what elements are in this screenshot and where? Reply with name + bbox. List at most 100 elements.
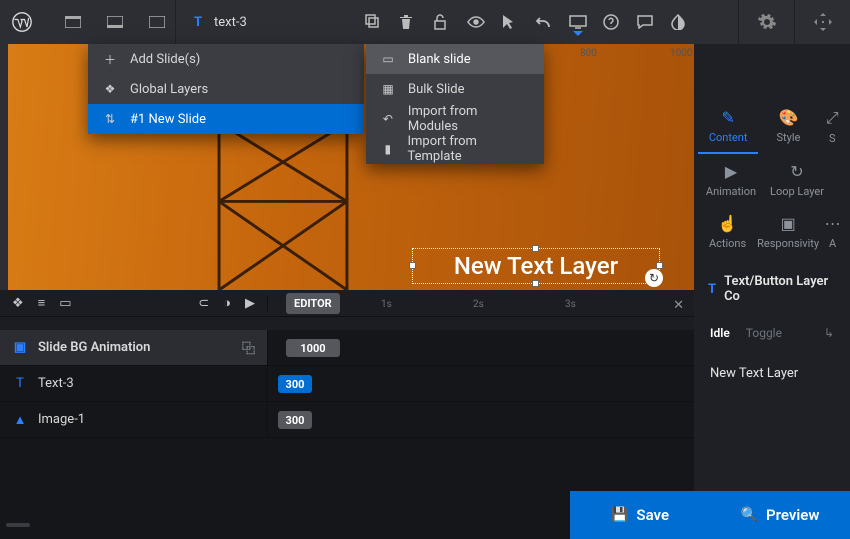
play-icon: ▶ xyxy=(725,162,737,181)
image-row-icon: ▲ xyxy=(12,412,28,428)
resize-handle-left[interactable] xyxy=(409,262,416,269)
text-row-icon: T xyxy=(12,376,28,391)
slides-dropdown: ＋ Add Slide(s) ❖Global Layers ⇅#1 New Sli… xyxy=(88,44,364,134)
play-button[interactable]: ▶ xyxy=(245,296,255,311)
save-icon: 💾 xyxy=(611,507,628,523)
rotate-handle[interactable]: ↻ xyxy=(645,269,663,287)
row-label: Image-1 xyxy=(38,412,85,427)
mode-toggle[interactable]: Toggle xyxy=(746,326,782,340)
pointer-icon[interactable] xyxy=(501,14,521,30)
text-content-field[interactable]: New Text Layer xyxy=(694,350,850,397)
comment-icon[interactable] xyxy=(637,15,657,29)
plus-icon: ＋ xyxy=(102,51,118,68)
resize-handle-top[interactable] xyxy=(532,245,539,252)
tab-animation[interactable]: ▶ Animation xyxy=(698,154,764,206)
tab-responsivity[interactable]: ▣ Responsivity xyxy=(757,206,819,258)
visibility-icon[interactable] xyxy=(467,16,487,28)
timeline-row-text3[interactable]: TText-3 300 xyxy=(0,366,694,402)
preview-button[interactable]: 🔍Preview xyxy=(710,491,850,539)
resize-handle-bottom[interactable] xyxy=(532,280,539,287)
selected-text-layer[interactable]: New Text Layer ↻ xyxy=(412,248,660,284)
tab-style[interactable]: 🎨Style xyxy=(758,100,818,154)
dd-label: Bulk Slide xyxy=(408,82,465,97)
snap-icon[interactable]: ⊂ xyxy=(198,296,209,311)
tab-label: Style xyxy=(777,131,801,144)
tab-actions[interactable]: ☝Actions xyxy=(698,206,757,258)
help-icon[interactable] xyxy=(603,14,623,30)
row-label: Slide BG Animation xyxy=(38,340,150,355)
mode-idle[interactable]: Idle xyxy=(710,326,730,340)
grid-icon: ▦ xyxy=(380,82,396,96)
duplicate-icon[interactable] xyxy=(365,14,385,30)
settings-button[interactable] xyxy=(738,0,794,44)
text-type-icon: T xyxy=(190,15,206,30)
editor-mode-tag[interactable]: EDITOR xyxy=(286,293,340,314)
selected-object-label: T text-3 xyxy=(190,15,247,30)
panel-tab-3[interactable] xyxy=(138,0,176,44)
global-layers-item[interactable]: ❖Global Layers xyxy=(88,74,364,104)
keyframe-icon[interactable]: ◑ xyxy=(223,295,231,311)
move-button[interactable] xyxy=(794,0,850,44)
slide-1-item[interactable]: ⇅#1 New Slide xyxy=(88,104,364,134)
animation-row-icon: ▣ xyxy=(12,340,28,355)
tab-partial-2[interactable]: ⋯A xyxy=(819,206,846,258)
tab-loop[interactable]: ↻ Loop Layer xyxy=(764,154,830,206)
timeline-row-bg[interactable]: ▣ Slide BG Animation ⿻ 1000 xyxy=(0,330,694,366)
time-mark-1s: 1s xyxy=(381,299,392,310)
ruler-vertical xyxy=(0,44,8,290)
loop-icon: ↻ xyxy=(790,162,803,181)
add-slide-submenu: ▭Blank slide ▦ Bulk Slide ↶Import from Mo… xyxy=(366,44,544,164)
contrast-icon[interactable] xyxy=(671,14,691,30)
panel-tab-1[interactable] xyxy=(54,0,92,44)
import-template-item[interactable]: ▮Import from Template xyxy=(366,134,544,164)
window-icon[interactable]: ▭ xyxy=(59,296,71,311)
devices-icon: ▣ xyxy=(781,214,796,233)
tab-label: S xyxy=(829,132,836,145)
timeline-row-image1[interactable]: ▲ Image-1 300 xyxy=(0,402,694,438)
footer-bar: 💾 Save 🔍Preview xyxy=(0,491,850,539)
layers-icon[interactable]: ❖ xyxy=(12,296,24,311)
undo-icon[interactable] xyxy=(535,15,555,29)
tab-label: Animation xyxy=(706,185,756,198)
add-slides-item[interactable]: ＋ Add Slide(s) xyxy=(88,44,364,74)
wordpress-icon[interactable] xyxy=(0,12,44,32)
pencil-icon: ✎ xyxy=(721,108,734,127)
section-title-text: Text/Button Layer Co xyxy=(724,274,836,304)
import-modules-item[interactable]: ↶Import from Modules xyxy=(366,104,544,134)
clip-image1[interactable]: 300 xyxy=(278,411,312,429)
ruler-mark-800: 800 xyxy=(580,48,597,59)
expand-arrow-icon[interactable]: ↳ xyxy=(824,326,834,340)
tab-content[interactable]: ✎ Content xyxy=(698,100,758,154)
top-toolbar: T text-3 xyxy=(0,0,850,44)
tab-label: Loop Layer xyxy=(770,185,824,198)
clip-text3[interactable]: 300 xyxy=(278,375,312,393)
scrollbar-thumb[interactable] xyxy=(6,523,30,527)
toolbar-center xyxy=(365,14,691,30)
object-name: text-3 xyxy=(214,15,247,30)
text-layer-content: New Text Layer xyxy=(454,252,618,280)
blank-slide-item[interactable]: ▭Blank slide xyxy=(366,44,544,74)
list-icon[interactable]: ≡ xyxy=(38,295,46,311)
layers-icon: ❖ xyxy=(102,82,118,96)
section-title: TText/Button Layer Co xyxy=(694,262,850,316)
clip-bg[interactable]: 1000 xyxy=(286,339,340,357)
timeline-ruler xyxy=(0,316,694,330)
tab-partial-1[interactable]: ⤢S xyxy=(819,100,846,154)
delete-icon[interactable] xyxy=(399,14,419,30)
dd-label: Add Slide(s) xyxy=(130,52,200,67)
tab-label: Content xyxy=(709,131,748,144)
save-button[interactable]: 💾 Save xyxy=(570,491,710,539)
bulk-slide-item[interactable]: ▦ Bulk Slide xyxy=(366,74,544,104)
tab-label: A xyxy=(829,237,836,250)
time-mark-3s: 3s xyxy=(565,299,576,310)
tab-label: Responsivity xyxy=(757,237,819,250)
search-icon: 🔍 xyxy=(741,507,758,523)
device-icon[interactable] xyxy=(569,15,589,29)
timeline-close-icon[interactable]: ✕ xyxy=(673,298,684,313)
save-label: Save xyxy=(636,506,669,524)
resize-handle-right[interactable] xyxy=(656,262,663,269)
duplicate-icon[interactable]: ⿻ xyxy=(242,338,255,357)
folder-icon: ▮ xyxy=(380,142,395,156)
panel-tab-2[interactable] xyxy=(96,0,134,44)
lock-icon[interactable] xyxy=(433,14,453,30)
